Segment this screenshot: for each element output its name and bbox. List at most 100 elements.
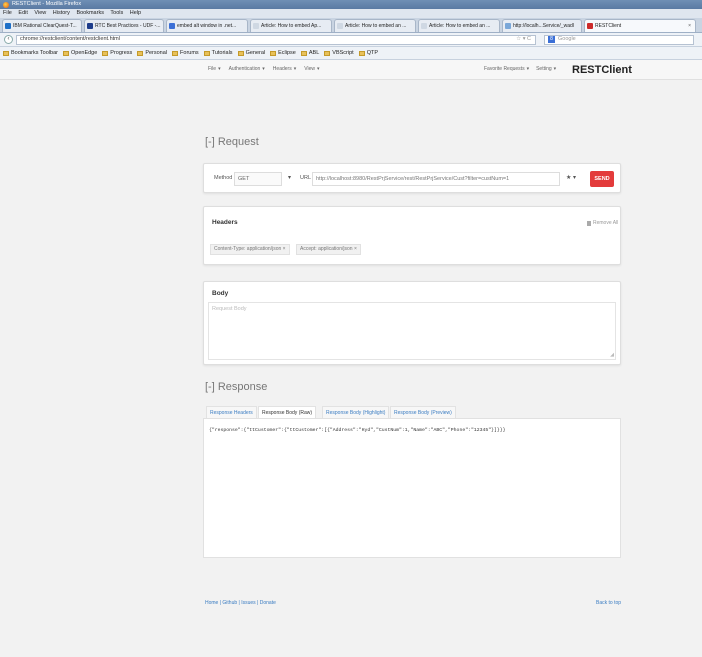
folder-icon xyxy=(102,50,109,56)
back-button[interactable]: ‹ xyxy=(4,35,13,44)
app-topbar: File ▾ Authentication ▾ Headers ▾ View ▾ Fav… xyxy=(0,60,702,80)
tab-favicon xyxy=(169,23,175,29)
method-select[interactable]: GET xyxy=(234,172,282,186)
folder-icon xyxy=(324,50,331,56)
bookmark-item[interactable]: ABL xyxy=(300,50,319,56)
url-bar[interactable]: chrome://restclient/content/restclient.h… xyxy=(16,34,536,45)
request-body-placeholder: Request Body xyxy=(212,306,247,312)
header-chip-accept[interactable]: Accept: application/json × xyxy=(296,244,361,255)
folder-icon xyxy=(358,50,365,56)
menu-history[interactable]: History xyxy=(53,10,70,16)
chevron-down-icon: ▾ xyxy=(262,66,265,72)
close-icon[interactable]: × xyxy=(283,246,286,252)
trash-icon xyxy=(587,220,591,226)
footer-links[interactable]: Home | Github | Issues | Donate xyxy=(205,600,276,606)
url-input[interactable]: http://localhost:8980/RestPrjService/res… xyxy=(312,172,560,186)
tab-favicon xyxy=(505,23,511,29)
folder-icon xyxy=(62,50,69,56)
tab-favicon xyxy=(5,23,11,29)
browser-tab-active[interactable]: RESTClient × xyxy=(584,19,696,32)
body-title: Body xyxy=(212,290,229,297)
resize-handle-icon[interactable]: ◢ xyxy=(610,352,614,358)
menu-bookmarks[interactable]: Bookmarks xyxy=(76,10,104,16)
send-button[interactable]: SEND xyxy=(590,171,614,187)
tab-favicon xyxy=(337,23,343,29)
setting-menu[interactable]: Setting xyxy=(536,66,552,72)
window-titlebar: RESTClient - Mozilla Firefox xyxy=(0,0,702,9)
bookmark-item[interactable]: QTP xyxy=(358,50,378,56)
url-label: URL xyxy=(300,175,312,181)
menubar: File Edit View History Bookmarks Tools H… xyxy=(0,9,702,18)
url-text: chrome://restclient/content/restclient.h… xyxy=(20,36,120,42)
bookmarks-toolbar: Bookmarks Toolbar OpenEdge Progress Pers… xyxy=(0,47,702,60)
menu-help[interactable]: Help xyxy=(130,10,141,16)
browser-tab[interactable]: Article: How to embed Ap... xyxy=(250,19,332,32)
remove-all-link[interactable]: Remove All xyxy=(587,220,618,226)
app-right-menu: Favorite Requests ▾ Setting ▾ xyxy=(484,66,563,72)
menu-edit[interactable]: Edit xyxy=(18,10,27,16)
bookmark-item[interactable]: Tutorials xyxy=(203,50,233,56)
method-label: Method xyxy=(214,175,233,181)
bookmark-item[interactable]: Personal xyxy=(137,50,167,56)
close-tab-icon[interactable]: × xyxy=(684,20,691,32)
bookmark-star-icon[interactable]: ☆ ▾ C xyxy=(516,35,531,44)
response-body-raw[interactable]: {"response":{"ttCustomer":{"ttCustomer":… xyxy=(203,418,621,558)
folder-icon xyxy=(237,50,244,56)
chevron-down-icon[interactable]: ▾ xyxy=(288,174,291,181)
bookmark-item[interactable]: Bookmarks Toolbar xyxy=(3,50,58,56)
chevron-down-icon: ▾ xyxy=(553,66,557,72)
app-menu-view[interactable]: View xyxy=(304,66,315,72)
bookmark-item[interactable]: OpenEdge xyxy=(62,50,97,56)
menu-view[interactable]: View xyxy=(34,10,46,16)
browser-tab[interactable]: embed alt window in .net... xyxy=(166,19,248,32)
request-panel: Method GET ▾ URL http://localhost:8980/R… xyxy=(203,163,621,193)
chevron-down-icon: ▾ xyxy=(293,66,297,72)
folder-icon xyxy=(172,50,179,56)
google-icon: 8 xyxy=(548,36,555,43)
bookmark-item[interactable]: General xyxy=(237,50,265,56)
browser-tab[interactable]: http://localh...Service/_wadl xyxy=(502,19,582,32)
bookmark-item[interactable]: Progress xyxy=(102,50,132,56)
bookmark-item[interactable]: Eclipse xyxy=(270,50,296,56)
star-dropdown-icon[interactable]: ★ ▾ xyxy=(566,174,576,181)
app-menu-authentication[interactable]: Authentication xyxy=(229,66,261,72)
tab-favicon xyxy=(587,23,593,29)
chevron-down-icon: ▾ xyxy=(316,66,320,72)
request-body-textarea[interactable]: Request Body ◢ xyxy=(208,302,616,360)
bookmark-item[interactable]: VBScript xyxy=(324,50,354,56)
back-to-top-link[interactable]: Back to top xyxy=(596,600,621,606)
response-section-title[interactable]: [-] Response xyxy=(205,381,267,393)
browser-tab[interactable]: Article: How to embed an ... xyxy=(334,19,416,32)
search-placeholder: Google xyxy=(558,36,576,42)
search-box[interactable]: 8 Google xyxy=(544,34,694,45)
browser-tab[interactable]: IBM Rational ClearQuest-T... xyxy=(2,19,82,32)
request-section-title[interactable]: [-] Request xyxy=(205,136,259,148)
firefox-icon xyxy=(3,1,9,8)
header-chip-content-type[interactable]: Content-Type: application/json × xyxy=(210,244,290,255)
folder-icon xyxy=(270,50,277,56)
menu-tools[interactable]: Tools xyxy=(110,10,123,16)
headers-title: Headers xyxy=(212,219,238,226)
browser-tab[interactable]: RTC Best Practices - UDF -... xyxy=(84,19,164,32)
menu-file[interactable]: File xyxy=(3,10,12,16)
folder-icon xyxy=(203,50,210,56)
body-panel: Body Request Body ◢ xyxy=(203,281,621,365)
favorite-requests-menu[interactable]: Favorite Requests xyxy=(484,66,525,72)
window-title: RESTClient - Mozilla Firefox xyxy=(12,1,82,7)
tab-favicon xyxy=(421,23,427,29)
folder-icon xyxy=(3,50,9,56)
folder-icon xyxy=(300,50,307,56)
bookmark-item[interactable]: Forums xyxy=(172,50,199,56)
tab-favicon xyxy=(253,23,259,29)
tab-strip: IBM Rational ClearQuest-T... RTC Best Pr… xyxy=(0,18,702,33)
app-menu-file[interactable]: File xyxy=(208,66,216,72)
close-icon[interactable]: × xyxy=(354,246,357,252)
navigation-toolbar: ‹ chrome://restclient/content/restclient… xyxy=(0,33,702,47)
browser-tab[interactable]: Article: How to embed an ... xyxy=(418,19,500,32)
tab-favicon xyxy=(87,23,93,29)
app-menu: File ▾ Authentication ▾ Headers ▾ View ▾ xyxy=(208,66,327,72)
chevron-down-icon: ▾ xyxy=(218,66,221,72)
app-brand: RESTClient xyxy=(572,64,632,76)
headers-panel: Headers Remove All Content-Type: applica… xyxy=(203,206,621,265)
app-menu-headers[interactable]: Headers xyxy=(273,66,292,72)
